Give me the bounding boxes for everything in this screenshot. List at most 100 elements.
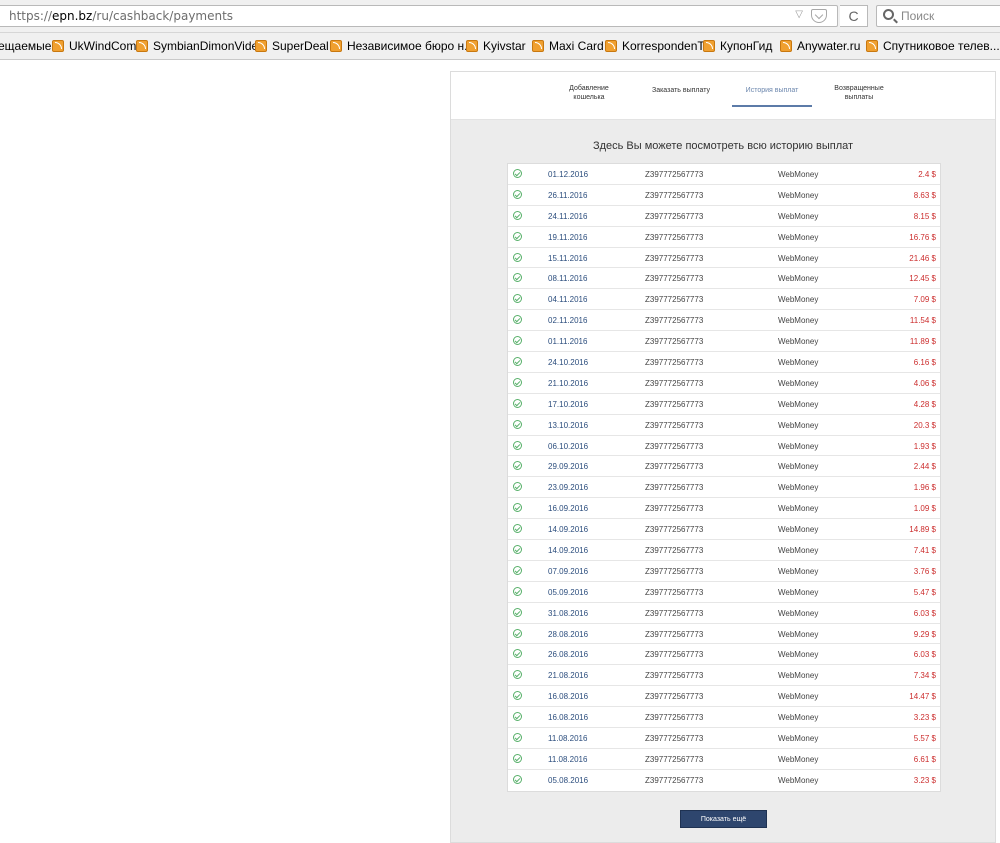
url-text[interactable]: https://epn.bz/ru/cashback/payments (9, 9, 233, 23)
payment-wallet: Z397772567773 (645, 713, 704, 723)
payment-amount: 11.89 $ (909, 337, 936, 347)
payments-panel: Добавление кошелька Заказать выплату Ист… (450, 71, 996, 843)
table-row: 17.10.2016 Z397772567773 WebMoney 4.28 $ (508, 394, 940, 415)
payment-wallet: Z397772567773 (645, 211, 704, 221)
payment-date: 13.10.2016 (548, 420, 589, 430)
payment-date: 05.09.2016 (548, 587, 589, 597)
check-circle-icon (513, 294, 522, 304)
payment-amount: 16.76 $ (909, 232, 936, 242)
rss-icon (605, 40, 617, 52)
bookmark-item[interactable]: Спутниковое телев... (866, 39, 1000, 53)
tab-history[interactable]: История выплат (732, 86, 812, 95)
url-dropdown-icon[interactable]: ▽ (795, 9, 803, 20)
rss-icon (866, 40, 878, 52)
url-bar[interactable]: https://epn.bz/ru/cashback/payments ▽ (0, 5, 838, 27)
table-row: 06.10.2016 Z397772567773 WebMoney 1.93 $ (508, 436, 940, 457)
payment-system: WebMoney (778, 671, 819, 681)
check-circle-icon (513, 607, 522, 617)
check-circle-icon (513, 670, 522, 680)
payment-amount: 11.54 $ (909, 316, 936, 326)
payment-system: WebMoney (778, 420, 819, 430)
table-row: 11.08.2016 Z397772567773 WebMoney 6.61 $ (508, 749, 940, 770)
payments-table: 01.12.2016 Z397772567773 WebMoney 2.4 $ 26.1… (507, 163, 941, 792)
search-placeholder: Поиск (901, 9, 935, 23)
payment-date: 16.09.2016 (548, 504, 589, 514)
payment-wallet: Z397772567773 (645, 358, 704, 368)
table-row: 24.11.2016 Z397772567773 WebMoney 8.15 $ (508, 206, 940, 227)
check-circle-icon (513, 524, 522, 534)
check-circle-icon (513, 210, 522, 220)
table-row: 04.11.2016 Z397772567773 WebMoney 7.09 $ (508, 289, 940, 311)
payment-wallet: Z397772567773 (645, 190, 704, 200)
tab-add-wallet[interactable]: Добавление кошелька (559, 84, 619, 102)
payment-date: 02.11.2016 (548, 316, 588, 326)
payment-date: 08.11.2016 (548, 274, 588, 284)
payment-date: 06.10.2016 (548, 441, 589, 451)
check-circle-icon (513, 189, 522, 199)
payment-system: WebMoney (778, 713, 819, 723)
payment-amount: 5.47 $ (913, 587, 936, 597)
rss-icon (703, 40, 715, 52)
reload-button[interactable]: C (840, 5, 868, 27)
check-circle-icon (513, 315, 522, 325)
payment-wallet: Z397772567773 (645, 337, 704, 347)
table-row: 16.08.2016 Z397772567773 WebMoney 3.23 $ (508, 707, 940, 729)
tab-returned[interactable]: Возвращенные выплаты (825, 84, 893, 102)
bookmark-item[interactable]: Anywater.ru (780, 39, 860, 53)
check-circle-icon (513, 357, 522, 367)
table-row: 01.11.2016 Z397772567773 WebMoney 11.89 $ (508, 331, 940, 353)
payment-system: WebMoney (778, 504, 819, 514)
payment-date: 26.11.2016 (548, 190, 588, 200)
show-more-button[interactable]: Показать ещё (680, 810, 767, 828)
bookmarks-bar: ещаемые UkWindCom SymbianDimonVideo Supe… (0, 33, 1000, 60)
table-row: 24.10.2016 Z397772567773 WebMoney 6.16 $ (508, 352, 940, 373)
payment-wallet: Z397772567773 (645, 420, 704, 430)
bookmark-item[interactable]: SuperDeal (255, 39, 329, 53)
bookmark-item[interactable]: КупонГид (703, 39, 772, 53)
bookmark-item[interactable]: SymbianDimonVideo (136, 39, 265, 53)
bookmark-item[interactable]: KorrespondenT (605, 39, 705, 53)
payment-amount: 2.4 $ (918, 170, 936, 179)
payment-wallet: Z397772567773 (645, 546, 704, 556)
payment-amount: 14.89 $ (909, 525, 936, 535)
payment-system: WebMoney (778, 734, 819, 744)
payment-wallet: Z397772567773 (645, 232, 704, 242)
payment-date: 14.09.2016 (548, 546, 589, 556)
table-row: 05.08.2016 Z397772567773 WebMoney 3.23 $ (508, 770, 940, 791)
bookmark-item[interactable]: Независимое бюро н... (330, 39, 474, 53)
table-row: 11.08.2016 Z397772567773 WebMoney 5.57 $ (508, 728, 940, 749)
table-row: 19.11.2016 Z397772567773 WebMoney 16.76 $ (508, 227, 940, 248)
table-row: 14.09.2016 Z397772567773 WebMoney 14.89 $ (508, 519, 940, 541)
check-circle-icon (513, 691, 522, 701)
payment-system: WebMoney (778, 378, 819, 388)
payment-wallet: Z397772567773 (645, 692, 704, 702)
bookmark-item[interactable]: ещаемые (0, 39, 51, 53)
payment-wallet: Z397772567773 (645, 775, 704, 785)
check-circle-icon (513, 586, 522, 596)
pocket-icon[interactable] (811, 9, 827, 23)
payment-amount: 4.28 $ (913, 399, 936, 409)
check-circle-icon (513, 503, 522, 513)
bookmark-item[interactable]: UkWindCom (52, 39, 136, 53)
table-row: 02.11.2016 Z397772567773 WebMoney 11.54 $ (508, 310, 940, 332)
bookmark-item[interactable]: Maxi Card (532, 39, 604, 53)
payment-system: WebMoney (778, 399, 819, 409)
table-row: 15.11.2016 Z397772567773 WebMoney 21.46 $ (508, 248, 940, 269)
payment-date: 07.09.2016 (548, 566, 589, 576)
check-circle-icon (513, 273, 522, 283)
tab-order-payout[interactable]: Заказать выплату (641, 86, 721, 95)
rss-icon (52, 40, 64, 52)
payment-date: 01.11.2016 (548, 337, 588, 347)
bookmark-item[interactable]: Kyivstar (466, 39, 526, 53)
payment-system: WebMoney (778, 190, 819, 200)
payment-amount: 8.63 $ (913, 190, 936, 200)
payment-amount: 1.09 $ (913, 504, 936, 514)
payment-date: 24.11.2016 (548, 211, 588, 221)
payment-amount: 7.34 $ (913, 671, 936, 681)
check-circle-icon (513, 753, 522, 763)
payment-date: 11.08.2016 (548, 734, 588, 744)
rss-icon (780, 40, 792, 52)
search-input[interactable]: Поиск (876, 5, 1000, 27)
rss-icon (330, 40, 342, 52)
table-row: 13.10.2016 Z397772567773 WebMoney 20.3 $ (508, 415, 940, 436)
